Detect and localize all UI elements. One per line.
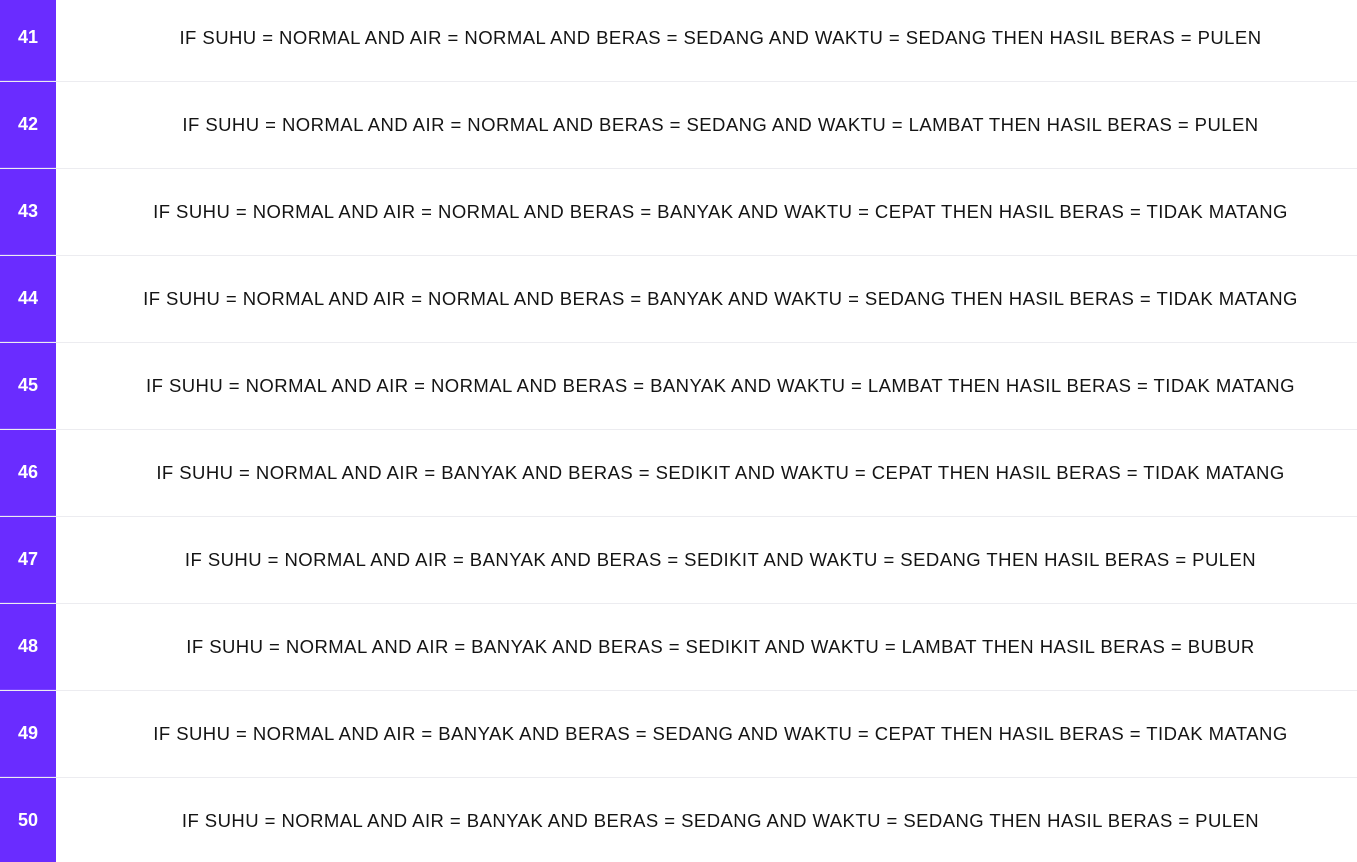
rule-row: 45 IF SUHU = NORMAL AND AIR = NORMAL AND… — [0, 343, 1357, 430]
row-number: 46 — [0, 430, 56, 516]
rule-text: IF SUHU = NORMAL AND AIR = NORMAL AND BE… — [143, 288, 1298, 309]
rule-row: 50 IF SUHU = NORMAL AND AIR = BANYAK AND… — [0, 778, 1357, 862]
rule-text: IF SUHU = NORMAL AND AIR = NORMAL AND BE… — [179, 27, 1262, 48]
rule-text: IF SUHU = NORMAL AND AIR = NORMAL AND BE… — [153, 201, 1288, 222]
rule-text: IF SUHU = NORMAL AND AIR = NORMAL AND BE… — [146, 375, 1295, 396]
row-number: 44 — [0, 256, 56, 342]
rule-row: 47 IF SUHU = NORMAL AND AIR = BANYAK AND… — [0, 517, 1357, 604]
row-number: 42 — [0, 82, 56, 168]
rule-text: IF SUHU = NORMAL AND AIR = BANYAK AND BE… — [181, 810, 1260, 831]
row-number: 49 — [0, 691, 56, 777]
rule-text: IF SUHU = NORMAL AND AIR = BANYAK AND BE… — [153, 723, 1288, 744]
rule-row: 44 IF SUHU = NORMAL AND AIR = NORMAL AND… — [0, 256, 1357, 343]
row-number: 41 — [0, 0, 56, 81]
rule-text: IF SUHU = NORMAL AND AIR = NORMAL AND BE… — [182, 114, 1259, 135]
rule-row: 42 IF SUHU = NORMAL AND AIR = NORMAL AND… — [0, 82, 1357, 169]
rule-row: 49 IF SUHU = NORMAL AND AIR = BANYAK AND… — [0, 691, 1357, 778]
rules-table: 41 IF SUHU = NORMAL AND AIR = NORMAL AND… — [0, 0, 1357, 862]
row-number: 45 — [0, 343, 56, 429]
rule-row: 43 IF SUHU = NORMAL AND AIR = NORMAL AND… — [0, 169, 1357, 256]
rule-text: IF SUHU = NORMAL AND AIR = BANYAK AND BE… — [186, 636, 1255, 657]
row-number: 47 — [0, 517, 56, 603]
rule-row: 41 IF SUHU = NORMAL AND AIR = NORMAL AND… — [0, 0, 1357, 82]
row-number: 48 — [0, 604, 56, 690]
row-number: 43 — [0, 169, 56, 255]
rule-text: IF SUHU = NORMAL AND AIR = BANYAK AND BE… — [156, 462, 1285, 483]
rule-row: 46 IF SUHU = NORMAL AND AIR = BANYAK AND… — [0, 430, 1357, 517]
row-number: 50 — [0, 778, 56, 862]
rule-row: 48 IF SUHU = NORMAL AND AIR = BANYAK AND… — [0, 604, 1357, 691]
rule-text: IF SUHU = NORMAL AND AIR = BANYAK AND BE… — [184, 549, 1257, 570]
